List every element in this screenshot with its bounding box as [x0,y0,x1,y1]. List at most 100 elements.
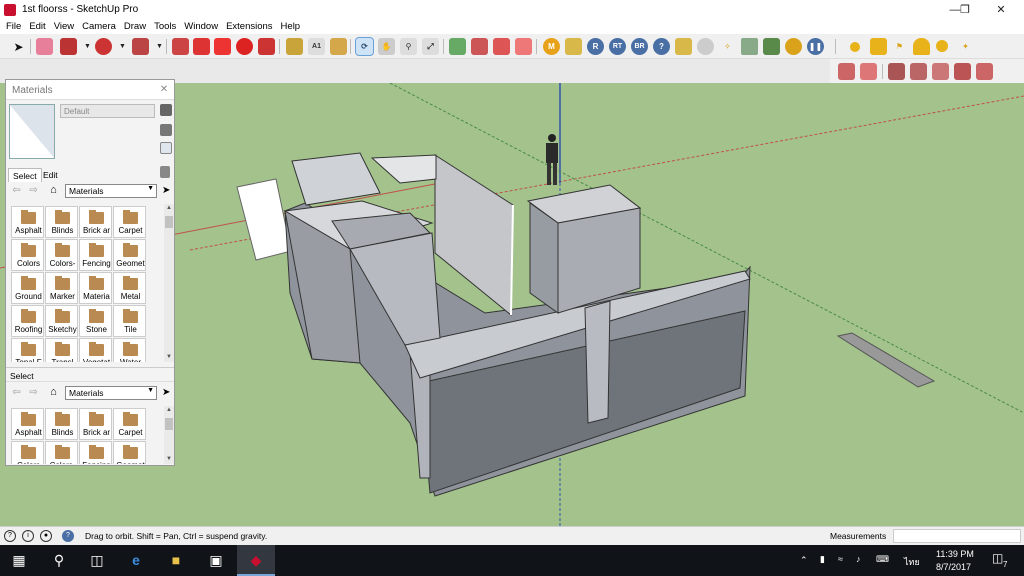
clock-date[interactable]: 8/7/2017 [936,562,971,572]
menu-draw[interactable]: Draw [120,21,150,32]
plugin-wand-icon[interactable]: ✦ [957,38,974,55]
material-folder-item[interactable]: Geomet [113,239,146,271]
material-name-field[interactable]: Default [60,104,155,118]
material-folder-item[interactable]: Stone [79,305,112,337]
details-arrow-icon[interactable]: ➤ [162,387,170,398]
extension-warehouse-icon[interactable] [515,38,532,55]
close-icon[interactable]: ✕ [158,84,170,96]
user-account-icon[interactable]: ● [40,530,52,542]
plugin-sun-icon[interactable]: ✧ [719,38,736,55]
measurements-input[interactable] [893,529,1021,543]
chevron-up-icon[interactable]: ⌃ [800,555,808,566]
material-folder-item[interactable]: Geomet [113,441,146,464]
material-folder-item[interactable]: Colors [11,441,44,464]
material-folder-item[interactable]: Materia [79,272,112,304]
material-folder-item[interactable]: Tonal F [11,338,44,362]
line-pencil-icon[interactable] [60,38,77,55]
plugin-r-icon[interactable]: R [587,38,604,55]
scale-icon[interactable] [258,38,275,55]
material-folder-item[interactable]: Ground [11,272,44,304]
material-folder-item[interactable]: Brick ar [79,206,112,238]
clock-time[interactable]: 11:39 PM [936,549,974,559]
material-folder-item[interactable]: Metal [113,272,146,304]
plugin-br-icon[interactable]: BR [631,38,648,55]
rectangle-icon[interactable] [132,38,149,55]
home-icon[interactable]: ⌂ [47,184,60,197]
section-display-icon[interactable] [860,63,877,80]
forward-arrow-icon[interactable]: ⇨ [28,387,39,398]
material-folder-item[interactable]: Carpet [113,408,146,440]
sketchup-taskbar-icon[interactable]: ◆ [247,551,265,569]
plugin-m-icon[interactable]: M [543,38,560,55]
details-arrow-icon[interactable]: ➤ [162,185,170,196]
plugin-target-icon[interactable] [785,38,802,55]
material-folder-item[interactable]: Roofing [11,305,44,337]
sandbox-stamp-icon[interactable] [954,63,971,80]
eraser-icon[interactable] [36,38,53,55]
material-folder-item[interactable]: Marker [45,272,78,304]
close-icon[interactable]: ✕ [978,0,1024,19]
battery-icon[interactable]: ▮ [820,554,825,565]
material-folder-item[interactable]: Fencing [79,441,112,464]
keyboard-icon[interactable]: ⌨ [876,554,889,565]
plugin-rt-icon[interactable]: RT [609,38,626,55]
home-icon[interactable]: ⌂ [47,386,60,399]
menu-edit[interactable]: Edit [25,21,49,32]
sandbox-icon[interactable] [888,63,905,80]
store-icon[interactable]: ▣ [207,551,225,569]
material-folder-item[interactable]: Sketchy [45,305,78,337]
help-icon[interactable]: ? [653,38,670,55]
material-folder-item[interactable]: Colors- [45,239,78,271]
3d-warehouse-icon[interactable] [449,38,466,55]
plugin-dome-icon[interactable] [913,38,930,55]
material-folder-item[interactable]: Brick ar [79,408,112,440]
volume-icon[interactable]: ♪ [856,554,861,564]
orbit-icon[interactable]: ⟳ [355,37,374,56]
default-material-icon[interactable] [160,142,172,154]
arc-icon[interactable] [95,38,112,55]
secondary-library-dropdown[interactable]: Materials ▼ [65,386,157,400]
instructor-help-icon[interactable]: ? [62,530,74,542]
material-folder-item[interactable]: Fencing [79,239,112,271]
menu-view[interactable]: View [50,21,78,32]
material-folder-item[interactable]: Asphalt [11,206,44,238]
edge-browser-icon[interactable]: e [127,551,145,569]
wifi-icon[interactable]: ≈ [838,554,843,564]
sample-paint-icon[interactable] [160,166,170,178]
material-folder-item[interactable]: Colors- [45,441,78,464]
notification-icon[interactable]: ◫ [992,551,1003,565]
input-language[interactable]: ไทย [904,555,920,569]
menu-camera[interactable]: Camera [78,21,120,32]
material-folder-item[interactable]: Tile [113,305,146,337]
dropdown-chevron-icon[interactable]: ▼ [114,38,131,55]
library-dropdown[interactable]: Materials ▼ [65,184,157,198]
create-material-icon[interactable] [160,124,172,136]
get-models-icon[interactable] [493,38,510,55]
plugin-cone-icon[interactable] [870,38,887,55]
plugin-pause-icon[interactable]: ❚❚ [807,38,824,55]
text-icon[interactable]: A1 [308,38,325,55]
material-folder-item[interactable]: Transl [45,338,78,362]
menu-file[interactable]: File [2,21,25,32]
move-icon[interactable] [214,38,231,55]
plugin-ball-icon[interactable] [936,40,948,52]
push-pull-icon[interactable] [172,38,189,55]
plugin-flag-icon[interactable]: ⚑ [891,38,908,55]
plugin-tree-icon[interactable] [763,38,780,55]
plugin-tag-icon[interactable] [565,38,582,55]
credits-icon[interactable]: i [22,530,34,542]
plugin-dots-icon[interactable] [741,38,758,55]
materials-scrollbar[interactable]: ▲ ▼ [164,204,174,362]
material-folder-item[interactable]: Blinds [45,206,78,238]
display-secondary-icon[interactable] [160,104,172,116]
material-folder-item[interactable]: Colors [11,239,44,271]
menu-tools[interactable]: Tools [150,21,180,32]
file-explorer-icon[interactable]: ■ [167,551,185,569]
material-folder-item[interactable]: Vegetat [79,338,112,362]
select-arrow-icon[interactable]: ➤ [10,38,27,55]
material-folder-item[interactable]: Carpet [113,206,146,238]
rotate-icon[interactable] [236,38,253,55]
plugin-sphere-icon[interactable] [697,38,714,55]
pan-hand-icon[interactable]: ✋ [378,38,395,55]
sandbox-mesh-icon[interactable] [910,63,927,80]
